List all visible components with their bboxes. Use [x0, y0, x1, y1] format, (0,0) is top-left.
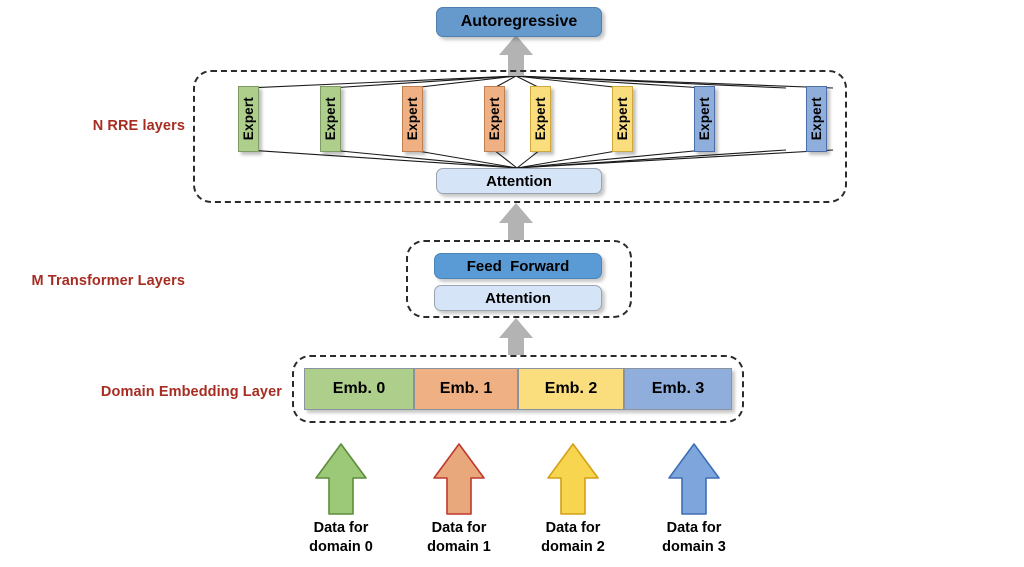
- flow-arrow-to-transformer: [499, 318, 533, 355]
- input-caption-line1: Data for: [431, 520, 487, 536]
- expert-box: Expert: [484, 86, 505, 152]
- expert-box: Expert: [694, 86, 715, 152]
- autoregressive-label: Autoregressive: [460, 13, 578, 30]
- feed-forward-label: Feed Forward: [466, 257, 570, 275]
- input-arrow-domain-3: [668, 443, 720, 515]
- autoregressive-box: Autoregressive: [436, 7, 602, 37]
- expert-box: Expert: [806, 86, 827, 152]
- section-label-transformer: M Transformer Layers: [31, 273, 185, 289]
- transformer-attention-label: Attention: [485, 289, 551, 307]
- embedding-cell: Emb. 1: [414, 368, 518, 410]
- embedding-cell: Emb. 0: [304, 368, 414, 410]
- input-caption: Data for domain 0: [281, 519, 401, 556]
- input-arrow-domain-2: [547, 443, 599, 515]
- diagram-canvas: Autoregressive N RRE layers Expert Exper…: [0, 0, 1024, 567]
- input-arrow-domain-1: [433, 443, 485, 515]
- input-caption-line2: domain 0: [309, 538, 373, 555]
- input-caption-line1: Data for: [666, 520, 722, 536]
- input-arrow-domain-0: [315, 443, 367, 515]
- rre-attention-label: Attention: [486, 172, 552, 190]
- rre-attention-box: Attention: [436, 168, 602, 194]
- feed-forward-box: Feed Forward: [434, 253, 602, 279]
- embedding-cell: Emb. 3: [624, 368, 732, 410]
- expert-box: Expert: [402, 86, 423, 152]
- flow-arrow-to-rre: [499, 203, 533, 240]
- input-caption-line2: domain 3: [662, 538, 726, 555]
- expert-box: Expert: [238, 86, 259, 152]
- input-caption: Data for domain 3: [634, 519, 754, 556]
- expert-box: Expert: [612, 86, 633, 152]
- input-caption: Data for domain 1: [399, 519, 519, 556]
- input-caption-line2: domain 1: [427, 538, 491, 555]
- transformer-attention-box: Attention: [434, 285, 602, 311]
- embedding-cell: Emb. 2: [518, 368, 624, 410]
- input-caption-line2: domain 2: [541, 538, 605, 555]
- expert-box: Expert: [320, 86, 341, 152]
- section-label-embedding: Domain Embedding Layer: [100, 384, 282, 400]
- expert-box: Expert: [530, 86, 551, 152]
- input-caption: Data for domain 2: [513, 519, 633, 556]
- input-caption-line1: Data for: [545, 520, 601, 536]
- section-label-rre: N RRE layers: [92, 118, 185, 134]
- input-caption-line1: Data for: [313, 520, 369, 536]
